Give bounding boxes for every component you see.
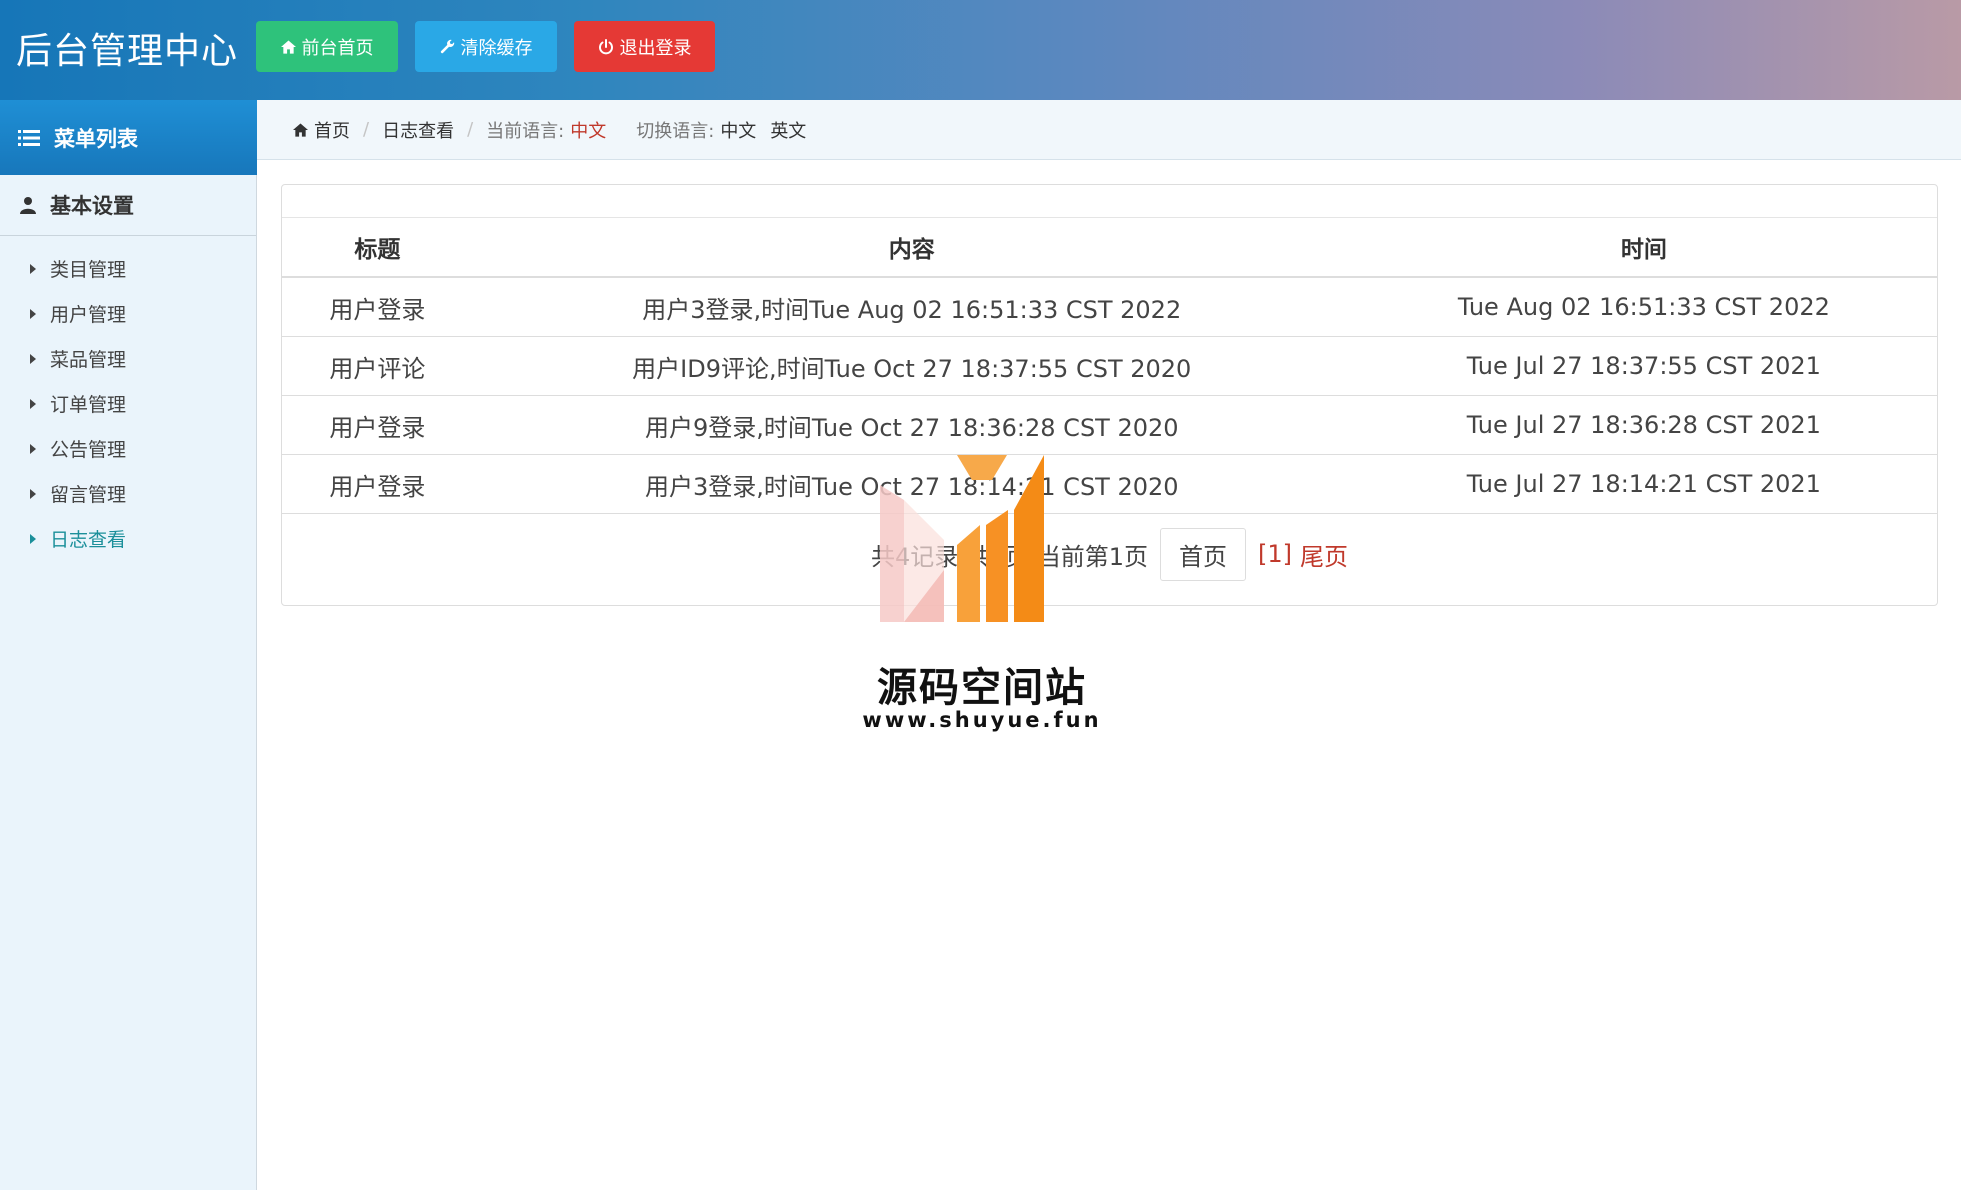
cell-title: 用户登录 <box>282 395 473 455</box>
breadcrumb-separator: / <box>467 119 474 140</box>
clear-cache-label: 清除缓存 <box>460 37 533 59</box>
sidebar-item-category[interactable]: 类目管理 <box>0 246 256 291</box>
column-header-content: 内容 <box>472 218 1351 278</box>
sidebar-item-label: 留言管理 <box>50 484 127 506</box>
sidebar-item-label: 公告管理 <box>50 439 127 461</box>
clear-cache-button[interactable]: 清除缓存 <box>415 21 557 72</box>
caret-right-icon <box>30 353 36 364</box>
top-header: 后台管理中心 前台首页 清除缓存 退出登录 <box>0 0 1961 100</box>
cell-title: 用户评论 <box>282 336 473 396</box>
table-row: 用户登录 用户3登录,时间Tue Oct 27 18:14:21 CST 202… <box>282 454 1937 514</box>
sidebar: 菜单列表 基本设置 类目管理 用户管理 菜品管理 订单管理 公告管理 留言管理 … <box>0 100 257 1190</box>
menu-list-title: 菜单列表 <box>54 126 138 151</box>
sidebar-item-users[interactable]: 用户管理 <box>0 291 256 336</box>
caret-right-icon <box>30 443 36 454</box>
current-language-label: 当前语言: <box>486 120 565 142</box>
table-row: 用户登录 用户9登录,时间Tue Oct 27 18:36:28 CST 202… <box>282 395 1937 455</box>
log-panel: 标题 内容 时间 用户登录 用户3登录,时间Tue Aug 02 16:51:3… <box>281 184 1938 606</box>
sidebar-item-orders[interactable]: 订单管理 <box>0 381 256 426</box>
cell-time: Tue Aug 02 16:51:33 CST 2022 <box>1350 277 1937 337</box>
breadcrumb-home-link[interactable]: 首页 <box>314 117 350 143</box>
current-language-value: 中文 <box>570 120 607 142</box>
logout-label: 退出登录 <box>619 37 692 59</box>
cell-content: 用户3登录,时间Tue Aug 02 16:51:33 CST 2022 <box>472 277 1351 337</box>
watermark-url: www.shuyue.fun <box>862 708 1102 732</box>
cell-time: Tue Jul 27 18:37:55 CST 2021 <box>1350 336 1937 396</box>
breadcrumb-current[interactable]: 日志查看 <box>382 117 454 143</box>
sidebar-item-label: 菜品管理 <box>50 349 127 371</box>
caret-right-icon <box>30 398 36 409</box>
home-icon <box>280 39 296 54</box>
last-page-link[interactable]: 尾页 <box>1300 537 1348 572</box>
cell-title: 用户登录 <box>282 454 473 514</box>
breadcrumb: 首页 / 日志查看 / 当前语言: 中文 切换语言: 中文 英文 <box>257 100 1961 160</box>
page-1-link[interactable]: [1] <box>1258 540 1292 568</box>
cell-title: 用户登录 <box>282 277 473 337</box>
sidebar-item-label: 日志查看 <box>50 529 127 551</box>
table-row: 用户评论 用户ID9评论,时间Tue Oct 27 18:37:55 CST 2… <box>282 336 1937 396</box>
pagination: 共4记录,共1页,当前第1页 首页 [1] 尾页 <box>282 527 1937 581</box>
watermark: 源码空间站 www.shuyue.fun <box>862 450 1102 740</box>
list-icon <box>18 129 40 147</box>
sidebar-item-notices[interactable]: 公告管理 <box>0 426 256 471</box>
sidebar-item-logs[interactable]: 日志查看 <box>0 516 256 561</box>
watermark-title: 源码空间站 <box>877 665 1087 711</box>
wrench-icon <box>440 39 455 54</box>
switch-language-label: 切换语言: <box>636 120 715 142</box>
menu-list: 类目管理 用户管理 菜品管理 订单管理 公告管理 留言管理 日志查看 <box>0 236 256 561</box>
power-icon <box>598 38 614 55</box>
home-icon <box>293 122 308 137</box>
lang-option-english[interactable]: 英文 <box>770 117 806 143</box>
breadcrumb-separator: / <box>363 119 370 140</box>
column-header-title: 标题 <box>282 218 473 278</box>
first-page-button[interactable]: 首页 <box>1160 527 1247 581</box>
sidebar-item-messages[interactable]: 留言管理 <box>0 471 256 516</box>
cell-content: 用户9登录,时间Tue Oct 27 18:36:28 CST 2020 <box>472 395 1351 455</box>
cell-time: Tue Jul 27 18:36:28 CST 2021 <box>1350 395 1937 455</box>
logout-button[interactable]: 退出登录 <box>574 21 715 72</box>
cell-time: Tue Jul 27 18:14:21 CST 2021 <box>1350 454 1937 514</box>
caret-right-icon <box>30 263 36 274</box>
sidebar-item-label: 类目管理 <box>50 259 127 281</box>
column-header-time: 时间 <box>1350 218 1937 278</box>
watermark-logo-icon <box>880 455 1044 622</box>
table-row: 用户登录 用户3登录,时间Tue Aug 02 16:51:33 CST 202… <box>282 277 1937 337</box>
caret-right-icon <box>30 488 36 499</box>
caret-right-icon <box>30 533 36 544</box>
menu-list-header: 菜单列表 <box>0 100 257 175</box>
log-table: 标题 内容 时间 用户登录 用户3登录,时间Tue Aug 02 16:51:3… <box>282 218 1937 514</box>
basic-settings-group[interactable]: 基本设置 <box>0 175 256 236</box>
panel-heading <box>282 185 1937 218</box>
sidebar-item-label: 用户管理 <box>50 304 127 326</box>
front-home-label: 前台首页 <box>301 37 374 59</box>
cell-content: 用户ID9评论,时间Tue Oct 27 18:37:55 CST 2020 <box>472 336 1351 396</box>
sidebar-item-label: 订单管理 <box>50 394 127 416</box>
brand-title: 后台管理中心 <box>16 31 239 72</box>
caret-right-icon <box>30 308 36 319</box>
sidebar-item-dishes[interactable]: 菜品管理 <box>0 336 256 381</box>
user-icon <box>20 196 36 214</box>
table-header-row: 标题 内容 时间 <box>282 218 1937 278</box>
lang-option-chinese[interactable]: 中文 <box>720 117 756 143</box>
front-home-button[interactable]: 前台首页 <box>256 21 398 72</box>
group-title: 基本设置 <box>50 194 134 218</box>
